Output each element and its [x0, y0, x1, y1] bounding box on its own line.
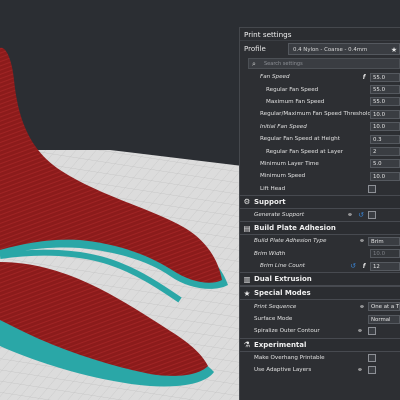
flask-icon: ⚗: [243, 340, 251, 350]
link-icon[interactable]: ⚭: [356, 237, 368, 245]
link-icon[interactable]: ⚭: [354, 366, 366, 374]
setting-row: Spiralize Outer Contour ⚭: [240, 325, 400, 337]
link-icon[interactable]: ⚭: [344, 211, 356, 219]
setting-row: Minimum Speed 10.0: [240, 170, 400, 182]
setting-label: Make Overhang Printable: [254, 354, 325, 361]
adaptive-layers-checkbox[interactable]: [368, 366, 376, 375]
surface-mode-select[interactable]: Normal: [368, 314, 400, 324]
setting-value[interactable]: 10.0: [370, 171, 400, 181]
setting-label: Print Sequence: [254, 303, 297, 310]
star-icon: ★: [243, 288, 251, 298]
setting-row: Fan Speed f 55.0: [240, 71, 400, 83]
setting-row: Use Adaptive Layers ⚭: [240, 364, 400, 376]
setting-row: Maximum Fan Speed 55.0: [240, 96, 400, 108]
section-label: Dual Extrusion: [254, 275, 312, 284]
adhesion-icon: ▤: [243, 223, 251, 233]
setting-label: Minimum Layer Time: [260, 160, 319, 167]
setting-row: Initial Fan Speed 10.0: [240, 121, 400, 133]
generate-support-checkbox[interactable]: [368, 211, 376, 220]
spiralize-checkbox[interactable]: [368, 327, 376, 336]
setting-row: Brim Width 10.0: [240, 248, 400, 260]
support-icon: ⚙: [243, 197, 251, 207]
setting-value[interactable]: 2: [370, 147, 400, 157]
setting-label: Lift Head: [260, 185, 286, 192]
panel-title: Print settings: [240, 28, 400, 41]
setting-label: Surface Mode: [254, 316, 293, 323]
setting-value[interactable]: 0.3: [370, 134, 400, 144]
link-icon[interactable]: ⚭: [354, 327, 366, 335]
setting-label: Minimum Speed: [260, 173, 306, 180]
lift-head-checkbox[interactable]: [368, 184, 376, 193]
setting-row: Surface Mode Normal: [240, 313, 400, 325]
profile-select-value: 0.4 Nylon - Coarse - 0.4mm: [293, 47, 368, 53]
section-support[interactable]: ⚙ Support: [240, 194, 400, 209]
setting-label: Regular/Maximum Fan Speed Threshold: [260, 111, 370, 118]
setting-row: Brim Line Count ↺ f 12: [240, 260, 400, 272]
function-icon[interactable]: f: [358, 263, 370, 270]
setting-label: Build Plate Adhesion Type: [254, 238, 327, 245]
link-icon[interactable]: ⚭: [356, 303, 368, 311]
section-label: Build Plate Adhesion: [254, 224, 336, 233]
profile-select[interactable]: 0.4 Nylon - Coarse - 0.4mm ★: [288, 43, 400, 55]
setting-row: Make Overhang Printable: [240, 352, 400, 364]
settings-list: Fan Speed f 55.0 Regular Fan Speed 55.0 …: [240, 71, 400, 376]
setting-row: Regular Fan Speed at Layer 2: [240, 145, 400, 157]
setting-row: Print Sequence ⚭ One at a Time: [240, 300, 400, 312]
setting-label: Regular Fan Speed at Height: [260, 136, 340, 143]
settings-search: ⌕: [248, 58, 400, 69]
setting-row: Regular Fan Speed 55.0: [240, 83, 400, 95]
setting-value[interactable]: 10.0: [370, 109, 400, 119]
setting-value[interactable]: 55.0: [370, 72, 400, 82]
setting-label: Maximum Fan Speed: [266, 98, 325, 105]
setting-value[interactable]: 5.0: [370, 159, 400, 169]
section-dual-extrusion[interactable]: ▥ Dual Extrusion: [240, 272, 400, 287]
setting-label: Brim Line Count: [260, 263, 305, 270]
adhesion-type-select[interactable]: Brim: [368, 236, 400, 246]
profile-row: Profile 0.4 Nylon - Coarse - 0.4mm ★: [240, 41, 400, 57]
setting-row: Generate Support ⚭ ↺: [240, 209, 400, 221]
setting-label: Generate Support: [254, 212, 305, 219]
reset-icon[interactable]: ↺: [348, 262, 358, 270]
section-label: Support: [254, 197, 286, 206]
setting-label: Fan Speed: [260, 74, 290, 81]
setting-label: Spiralize Outer Contour: [254, 328, 320, 335]
setting-label: Use Adaptive Layers: [254, 367, 312, 374]
search-icon: ⌕: [252, 59, 256, 68]
profile-label: Profile: [244, 45, 266, 53]
section-experimental[interactable]: ⚗ Experimental: [240, 337, 400, 352]
reset-icon[interactable]: ↺: [356, 211, 366, 219]
overhang-checkbox[interactable]: [368, 353, 376, 362]
print-sequence-select[interactable]: One at a Time: [368, 302, 400, 312]
setting-row: Regular/Maximum Fan Speed Threshold 10.0: [240, 108, 400, 120]
star-icon: ★: [390, 46, 398, 54]
setting-value[interactable]: 10.0: [370, 122, 400, 132]
setting-label: Brim Width: [254, 250, 286, 257]
setting-label: Regular Fan Speed at Layer: [266, 148, 343, 155]
dual-extrusion-icon: ▥: [243, 274, 251, 284]
setting-label: Initial Fan Speed: [260, 123, 307, 130]
setting-label: Regular Fan Speed: [266, 86, 319, 93]
section-special-modes[interactable]: ★ Special Modes: [240, 286, 400, 301]
function-icon[interactable]: f: [358, 74, 370, 81]
setting-value[interactable]: 55.0: [370, 85, 400, 95]
print-settings-panel: Print settings Profile 0.4 Nylon - Coars…: [239, 27, 400, 400]
setting-value[interactable]: 55.0: [370, 97, 400, 107]
search-input[interactable]: [260, 60, 380, 67]
setting-value[interactable]: 10.0: [370, 249, 400, 259]
setting-value[interactable]: 12: [370, 261, 400, 271]
setting-row: Minimum Layer Time 5.0: [240, 158, 400, 170]
section-label: Experimental: [254, 340, 307, 349]
setting-row: Lift Head: [240, 183, 400, 195]
setting-row: Regular Fan Speed at Height 0.3: [240, 133, 400, 145]
section-label: Special Modes: [254, 289, 311, 298]
section-build-plate-adhesion[interactable]: ▤ Build Plate Adhesion: [240, 221, 400, 236]
setting-row: Build Plate Adhesion Type ⚭ Brim: [240, 235, 400, 247]
